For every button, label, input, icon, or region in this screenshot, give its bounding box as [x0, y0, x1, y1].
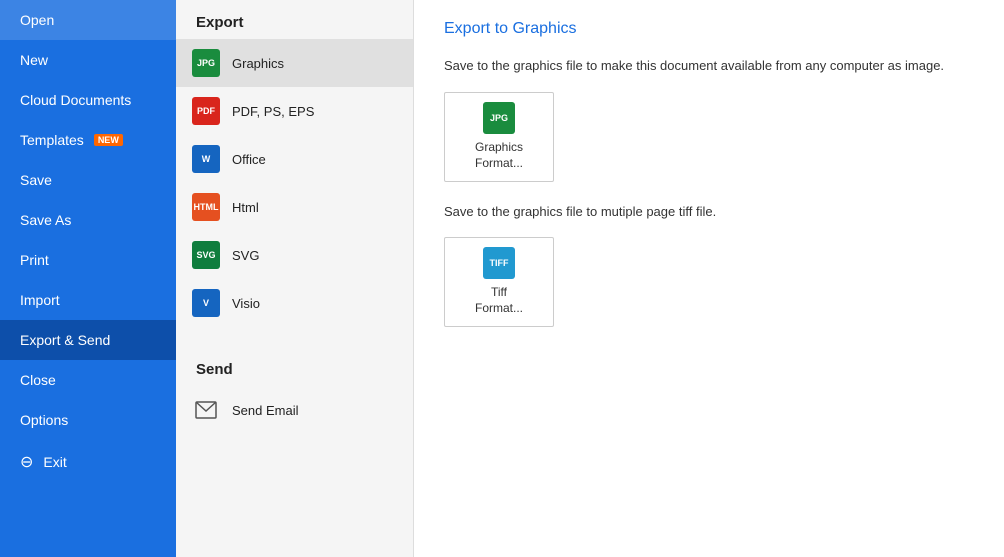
sidebar-item-label: Templates [20, 132, 84, 148]
sidebar-item-label: Exit [43, 454, 66, 470]
sidebar-item-print[interactable]: Print [0, 240, 176, 280]
export-panel: Export JPG Graphics PDF PDF, PS, EPS W O… [176, 0, 414, 557]
sidebar-item-save[interactable]: Save [0, 160, 176, 200]
tiff-format-card[interactable]: TIFF TiffFormat... [444, 237, 554, 327]
description-1: Save to the graphics file to make this d… [444, 56, 974, 76]
pdf-icon: PDF [192, 97, 220, 125]
sidebar-item-label: New [20, 52, 48, 68]
sidebar-item-exit[interactable]: ⊖ Exit [0, 440, 176, 484]
page-title: Export to Graphics [444, 20, 974, 38]
export-item-label: Graphics [232, 56, 284, 71]
export-item-label: Office [232, 152, 266, 167]
send-section-header: Send [176, 347, 413, 386]
sidebar-item-label: Print [20, 252, 49, 268]
export-item-label: Visio [232, 296, 260, 311]
export-section-header: Export [176, 0, 413, 39]
sidebar-item-open[interactable]: Open [0, 0, 176, 40]
sidebar-item-save-as[interactable]: Save As [0, 200, 176, 240]
sidebar-item-label: Save [20, 172, 52, 188]
graphics-format-card[interactable]: JPG GraphicsFormat... [444, 92, 554, 182]
jpg-icon: JPG [192, 49, 220, 77]
sidebar-item-import[interactable]: Import [0, 280, 176, 320]
export-item-svg[interactable]: SVG SVG [176, 231, 413, 279]
sidebar-item-close[interactable]: Close [0, 360, 176, 400]
sidebar-item-new[interactable]: New [0, 40, 176, 80]
export-item-pdf[interactable]: PDF PDF, PS, EPS [176, 87, 413, 135]
graphics-format-label: GraphicsFormat... [475, 140, 523, 171]
visio-icon: V [192, 289, 220, 317]
sidebar-item-label: Cloud Documents [20, 92, 131, 108]
new-badge: NEW [94, 134, 123, 146]
export-item-graphics[interactable]: JPG Graphics [176, 39, 413, 87]
export-item-office[interactable]: W Office [176, 135, 413, 183]
sidebar-item-templates[interactable]: Templates NEW [0, 120, 176, 160]
description-2: Save to the graphics file to mutiple pag… [444, 202, 974, 222]
export-item-label: Html [232, 200, 259, 215]
sidebar-item-label: Options [20, 412, 68, 428]
send-email-item[interactable]: Send Email [176, 386, 413, 434]
sidebar-item-label: Close [20, 372, 56, 388]
svg-icon: SVG [192, 241, 220, 269]
export-item-html[interactable]: HTML Html [176, 183, 413, 231]
html-icon: HTML [192, 193, 220, 221]
sidebar-item-label: Save As [20, 212, 71, 228]
main-content: Export to Graphics Save to the graphics … [414, 0, 1004, 557]
send-email-label: Send Email [232, 403, 298, 418]
word-icon: W [192, 145, 220, 173]
jpg-format-icon: JPG [483, 102, 515, 134]
tiff-format-label: TiffFormat... [475, 285, 523, 316]
sidebar-item-options[interactable]: Options [0, 400, 176, 440]
sidebar-item-export-send[interactable]: Export & Send [0, 320, 176, 360]
email-icon [192, 396, 220, 424]
exit-circle-icon: ⊖ [20, 452, 33, 472]
export-item-label: SVG [232, 248, 259, 263]
sidebar-item-label: Import [20, 292, 60, 308]
sidebar-item-label: Export & Send [20, 332, 110, 348]
sidebar: Open New Cloud Documents Templates NEW S… [0, 0, 176, 557]
tiff-format-icon: TIFF [483, 247, 515, 279]
export-item-label: PDF, PS, EPS [232, 104, 314, 119]
export-item-visio[interactable]: V Visio [176, 279, 413, 327]
sidebar-item-label: Open [20, 12, 54, 28]
sidebar-item-cloud-documents[interactable]: Cloud Documents [0, 80, 176, 120]
send-section: Send Send Email [176, 347, 413, 434]
